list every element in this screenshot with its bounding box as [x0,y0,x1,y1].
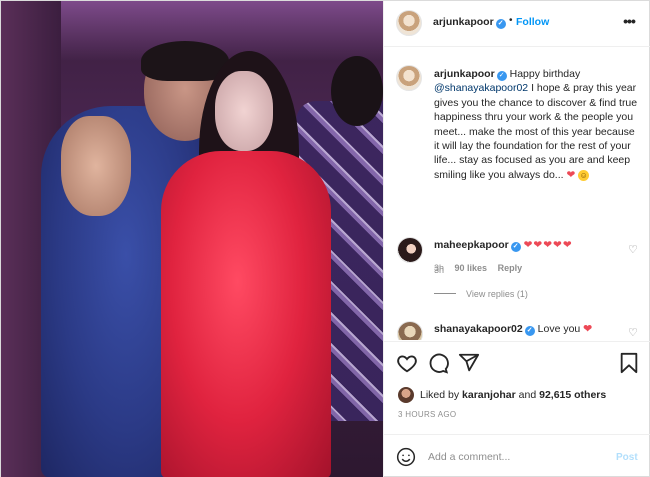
author-avatar[interactable] [396,10,422,36]
post-comment-button[interactable]: Post [616,452,638,463]
comment-text: ❤❤❤❤❤ [523,239,573,251]
view-replies-label[interactable]: View replies (1) [466,289,528,299]
instagram-post: arjunkapoor ✓ • Follow ••• arjunkapoor ✓ H… [0,0,650,477]
comment-username[interactable]: maheepkapoor [434,239,509,251]
comment-meta: 3h 90 likes Reply [434,263,530,273]
add-comment-bar: Post [384,434,650,477]
comment: shanayakapoor02 ✓ Love you ❤ ♡ [384,318,650,340]
comment-icon[interactable] [427,352,449,374]
more-options-icon[interactable]: ••• [620,13,638,29]
post-header: arjunkapoor ✓ • Follow ••• [384,1,650,47]
comment-time: 3h [434,263,445,273]
caption-text: arjunkapoor ✓ Happy birthday @shanayakapo… [434,67,638,182]
emoji-icon[interactable] [396,447,416,467]
liked-by-joiner: and [518,389,537,401]
post-side-panel: arjunkapoor ✓ • Follow ••• arjunkapoor ✓ H… [383,1,650,477]
photo-background-head [331,56,383,126]
photo-thumbs-up [61,116,131,216]
heart-emoji-icon: ❤ [583,323,592,335]
comment-body: maheepkapoor ✓ ❤❤❤❤❤ [434,239,573,252]
comment-body: shanayakapoor02 ✓ Love you ❤ [434,323,592,336]
verified-icon: ✓ [496,71,507,81]
caption-text-before: Happy birthday [509,68,581,80]
author-username[interactable]: arjunkapoor ✓ [433,16,506,29]
caption-mention[interactable]: @shanayakapoor02 [434,82,528,94]
smile-emoji-icon: ☺ [578,169,590,181]
post-actions [384,341,650,383]
verified-icon: ✓ [524,326,535,336]
comment-username[interactable]: shanayakapoor02 [434,323,523,335]
likes-others-count[interactable]: 92,615 others [539,389,606,401]
liker-username[interactable]: karanjohar [462,389,516,401]
save-bookmark-icon[interactable] [618,352,640,374]
comment-likes[interactable]: 90 likes [455,263,488,273]
verified-icon: ✓ [495,19,506,29]
liked-by: Liked by karanjohar and 92,615 others [384,383,650,405]
liker-avatar[interactable] [398,387,414,403]
view-replies-button[interactable]: View replies (1) [434,289,528,299]
comment-input[interactable] [428,446,598,468]
liked-by-text: Liked by karanjohar and 92,615 others [420,389,606,401]
post-photo[interactable] [1,1,383,477]
caption-avatar[interactable] [396,65,422,91]
post-timestamp[interactable]: 3 HOURS AGO [398,410,456,419]
view-replies-line [434,293,456,294]
comment-like-icon[interactable]: ♡ [628,326,640,339]
comment-text: Love you [537,323,581,335]
author-username-text[interactable]: arjunkapoor [433,16,494,28]
like-icon[interactable] [396,352,418,374]
photo-woman-dress [161,151,331,477]
caption-text-after: I hope & pray this year gives you the ch… [434,82,638,181]
reply-button[interactable]: Reply [498,263,523,273]
verified-icon: ✓ [510,242,521,252]
follow-button[interactable]: Follow [516,16,549,28]
photo-woman-face [215,71,273,151]
comment-avatar[interactable] [397,237,423,263]
header-dot: • [509,15,513,26]
heart-emoji-icon: ❤ [566,168,576,181]
comment-like-icon[interactable]: ♡ [628,243,640,256]
comment-avatar[interactable] [397,321,423,340]
caption-username[interactable]: arjunkapoor [434,68,495,80]
share-icon[interactable] [458,352,480,374]
liked-by-prefix: Liked by [420,389,460,401]
